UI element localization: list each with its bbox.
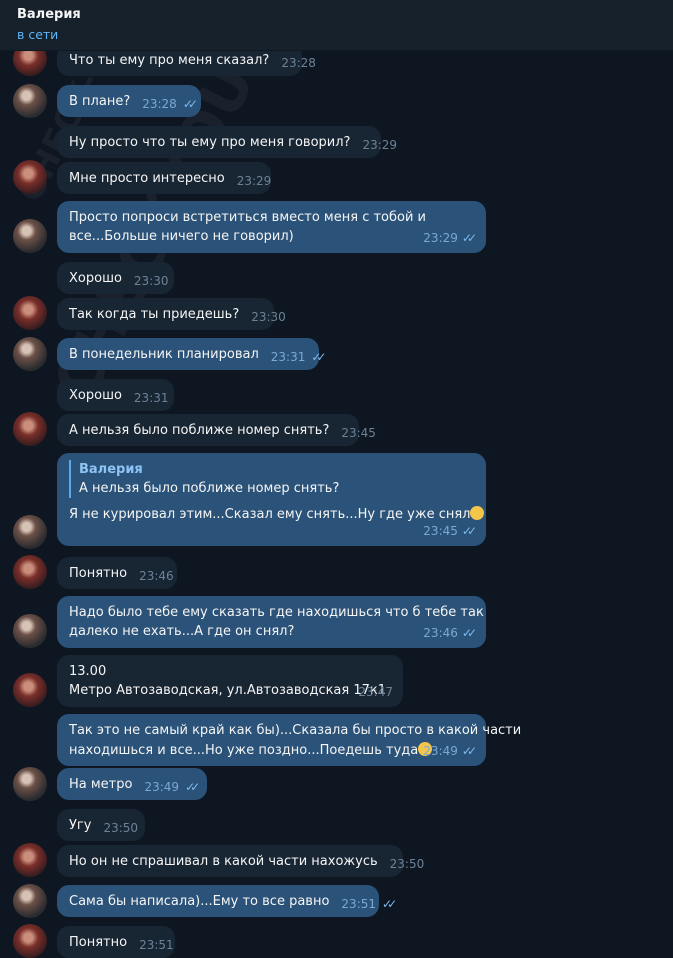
message-time: 23:46 [139,569,174,583]
message-time: 23:51 [341,897,377,911]
message-time: 23:31 [270,350,306,364]
contact-status: в сети [17,27,59,42]
read-checkmarks-icon: ✓✓ [461,231,477,245]
message-bubble[interactable]: Так когда ты приедешь? 23:30 [57,298,286,330]
read-checkmarks-icon: ✓✓ [185,780,200,794]
message-bubble[interactable]: Так это не самый край как бы)...Сказала … [57,714,522,766]
message-time: 23:29 [423,231,458,245]
avatar[interactable] [13,219,47,253]
message-bubble[interactable]: Валерия А нельзя было поближе номер снят… [57,453,486,546]
message-time: 23:49 [423,744,458,758]
message-text: Сама бы написала)...Ему то все равно [69,894,330,909]
avatar[interactable] [13,924,47,958]
message-bubble[interactable]: Хорошо 23:30 [57,262,174,294]
reply-quote[interactable]: Валерия А нельзя было поближе номер снят… [69,460,474,498]
read-checkmarks-icon: ✓✓ [382,897,397,911]
reply-author: Валерия [79,462,143,477]
message-text: Ну просто что ты ему про меня говорил? [69,135,351,150]
emoji-shrug-icon [470,506,485,520]
message-bubble[interactable]: Мне просто интересно 23:29 [57,162,271,194]
message-text: Хорошо [69,271,122,286]
read-checkmarks-icon: ✓✓ [182,97,198,111]
avatar[interactable] [13,614,47,648]
message-bubble[interactable]: 13.00 Метро Автозаводская, ул.Автозаводс… [57,655,403,707]
message-time: 23:30 [251,310,286,324]
message-text: Но он не спрашивал в какой части нахожус… [69,854,378,869]
read-checkmarks-icon: ✓✓ [461,744,477,758]
message-text-line: Просто попроси встретиться вместо меня с… [69,210,426,225]
message-time: 23:50 [389,857,425,871]
message-time: 23:45 [341,426,376,440]
message-time: 23:47 [358,685,393,699]
message-bubble[interactable]: Ну просто что ты ему про меня говорил? 23… [57,126,397,158]
message-time: 23:51 [139,938,174,952]
message-text-line: 13.00 [69,664,107,679]
message-text: Что ты ему про меня сказал? [69,53,270,68]
message-text: В понедельник планировал [69,347,259,362]
message-bubble[interactable]: Но он не спрашивал в какой части нахожус… [57,845,424,877]
message-text-line: все...Больше ничего не говорил) [69,229,294,244]
message-text: В плане? [69,94,131,109]
avatar[interactable] [13,515,47,549]
message-time: 23:31 [133,391,169,405]
message-text-line: Так это не самый край как бы)...Сказала … [69,723,522,738]
avatar[interactable] [13,337,47,371]
message-time: 23:28 [281,56,316,70]
message-text: На метро [69,777,133,792]
message-text: Хорошо [69,388,122,403]
message-bubble[interactable]: В плане? 23:28 ✓✓ [57,85,201,117]
message-text-line: далеко не ехать...А где он снял? [69,624,295,639]
message-text: Я не курировал этим...Сказал ему снять..… [69,507,471,522]
avatar[interactable] [13,555,47,589]
message-bubble[interactable]: Надо было тебе ему сказать где находишьс… [57,596,486,648]
message-bubble[interactable]: Угу 23:50 [57,809,145,841]
message-time: 23:50 [103,821,139,835]
message-text: Так когда ты приедешь? [69,307,240,322]
contact-name[interactable]: Валерия [17,7,81,22]
message-text-line: находишься и все...Но уже поздно...Поеде… [69,740,474,760]
message-text-line: Метро Автозаводская, ул.Автозаводская 17… [69,683,387,698]
message-time: 23:30 [133,274,169,288]
message-text: Понятно [69,935,128,950]
message-bubble[interactable]: Понятно 23:46 [57,557,177,589]
message-time: 23:29 [236,174,272,188]
message-text: Мне просто интересно [69,171,225,186]
reply-text: А нельзя было поближе номер снять? [79,481,340,496]
avatar[interactable] [13,296,47,330]
message-bubble[interactable]: Понятно 23:51 [57,926,175,958]
message-bubble[interactable]: Просто попроси встретиться вместо меня с… [57,201,486,253]
message-text: Понятно [69,566,128,581]
avatar[interactable] [13,412,47,446]
message-time: 23:46 [423,626,458,640]
avatar[interactable] [13,884,47,918]
message-text: А нельзя было поближе номер снять? [69,423,330,438]
avatar[interactable] [13,673,47,707]
message-time: 23:28 [142,97,177,111]
avatar[interactable] [13,767,47,801]
message-time: 23:49 [144,780,180,794]
message-bubble[interactable]: В понедельник планировал 23:31 ✓✓ [57,338,327,370]
chat-history[interactable]: CHECKYOU.ME CHECK-YOU.ME Что ты ему про … [0,0,673,958]
message-text-line: Надо было тебе ему сказать где находишьс… [69,605,484,620]
message-text: Угу [69,818,92,833]
avatar[interactable] [13,84,47,118]
message-time: 23:45 [423,524,458,538]
avatar[interactable] [13,160,47,194]
chat-header[interactable]: Валерия в сети [0,0,673,51]
read-checkmarks-icon: ✓✓ [461,524,477,538]
message-bubble[interactable]: Сама бы написала)...Ему то все равно 23:5… [57,885,397,917]
message-bubble[interactable]: А нельзя было поближе номер снять? 23:45 [57,414,376,446]
read-checkmarks-icon: ✓✓ [311,350,326,364]
read-checkmarks-icon: ✓✓ [461,626,477,640]
message-text-line-content: находишься и все...Но уже поздно...Поеде… [69,743,419,758]
message-bubble[interactable]: На метро 23:49 ✓✓ [57,768,207,800]
message-time: 23:29 [362,138,398,152]
avatar[interactable] [13,843,47,877]
message-bubble[interactable]: Хорошо 23:31 [57,379,174,411]
